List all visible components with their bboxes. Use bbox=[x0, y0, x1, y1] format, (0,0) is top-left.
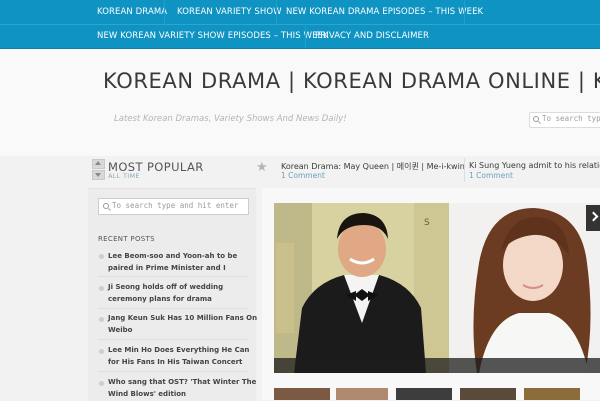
nav-divider bbox=[164, 0, 165, 24]
photo-illustration: S bbox=[274, 203, 449, 373]
sidebar-search-placeholder: To search type and hit enter bbox=[112, 201, 239, 210]
trending-item-title[interactable]: Ki Sung Yueng admit to his relationship bbox=[469, 161, 600, 170]
post-thumbnail[interactable] bbox=[460, 388, 516, 400]
recent-post-link[interactable]: Who sang that OST? 'That Winter The Wind… bbox=[108, 376, 258, 400]
recent-post-link[interactable]: Ji Seong holds off of wedding ceremony p… bbox=[108, 281, 258, 305]
list-divider bbox=[98, 339, 248, 340]
post-thumbnail[interactable] bbox=[274, 388, 330, 400]
list-bullet bbox=[99, 349, 104, 354]
recent-post-link[interactable]: Lee Beom-soo and Yoon-ah to be paired in… bbox=[108, 250, 258, 274]
svg-text:S: S bbox=[424, 218, 430, 228]
featured-slider[interactable]: S bbox=[274, 203, 600, 373]
nav-privacy-disclaimer[interactable]: PRIVACY AND DISCLAIMER bbox=[315, 31, 429, 41]
magnifier-icon bbox=[533, 116, 539, 122]
slider-caption-bar bbox=[274, 358, 600, 373]
list-bullet bbox=[99, 317, 104, 322]
nav-new-variety-episodes[interactable]: NEW KOREAN VARIETY SHOW EPISODES – THIS … bbox=[97, 31, 329, 41]
nav-new-drama-episodes[interactable]: NEW KOREAN DRAMA EPISODES – THIS WEEK bbox=[286, 7, 483, 17]
most-popular-next-button[interactable] bbox=[92, 170, 105, 180]
nav-row-divider bbox=[0, 24, 600, 25]
most-popular-prev-button[interactable] bbox=[92, 159, 105, 169]
slider-next-button[interactable] bbox=[586, 205, 600, 231]
trending-divider bbox=[464, 158, 465, 182]
photo-illustration bbox=[449, 203, 600, 373]
recent-post-link[interactable]: Jang Keun Suk Has 10 Million Fans On Wei… bbox=[108, 312, 258, 336]
nav-divider bbox=[464, 0, 465, 24]
site-header bbox=[0, 49, 600, 156]
main-navigation: KOREAN DRAMA KOREAN VARIETY SHOW NEW KOR… bbox=[0, 0, 600, 49]
sidebar-search-input[interactable]: To search type and hit enter bbox=[98, 198, 249, 215]
header-search-input[interactable]: To search type bbox=[529, 112, 600, 128]
list-divider bbox=[98, 308, 248, 309]
magnifier-icon bbox=[103, 203, 109, 209]
list-divider bbox=[98, 276, 248, 277]
chevron-down-icon bbox=[95, 173, 101, 177]
chevron-right-icon bbox=[588, 211, 599, 222]
site-tagline: Latest Korean Dramas, Variety Shows And … bbox=[114, 114, 347, 124]
recent-posts-heading: RECENT POSTS bbox=[98, 235, 155, 243]
featured-photo-woman bbox=[449, 203, 600, 373]
post-thumbnail[interactable] bbox=[336, 388, 388, 400]
featured-photo-man: S bbox=[274, 203, 449, 373]
list-bullet bbox=[99, 286, 104, 291]
chevron-up-icon bbox=[95, 161, 101, 165]
nav-korean-variety-show[interactable]: KOREAN VARIETY SHOW bbox=[177, 7, 282, 17]
most-popular-period[interactable]: ALL TIME bbox=[108, 172, 140, 180]
list-bullet bbox=[99, 254, 104, 259]
site-title[interactable]: KOREAN DRAMA | KOREAN DRAMA ONLINE | KO bbox=[103, 69, 600, 93]
header-search-placeholder: To search type bbox=[542, 114, 600, 123]
trending-item-comments[interactable]: 1 Comment bbox=[281, 171, 325, 180]
post-thumbnail[interactable] bbox=[396, 388, 452, 400]
star-icon: ★ bbox=[256, 160, 268, 175]
nav-korean-drama[interactable]: KOREAN DRAMA bbox=[97, 7, 167, 17]
nav-divider bbox=[305, 24, 306, 48]
nav-divider bbox=[276, 0, 277, 24]
list-divider bbox=[98, 371, 248, 372]
trending-item-comments[interactable]: 1 Comment bbox=[469, 171, 513, 180]
post-thumbnail[interactable] bbox=[524, 388, 580, 400]
recent-post-link[interactable]: Lee Min Ho Does Everything He Can for Hi… bbox=[108, 344, 258, 368]
list-bullet bbox=[99, 381, 104, 386]
